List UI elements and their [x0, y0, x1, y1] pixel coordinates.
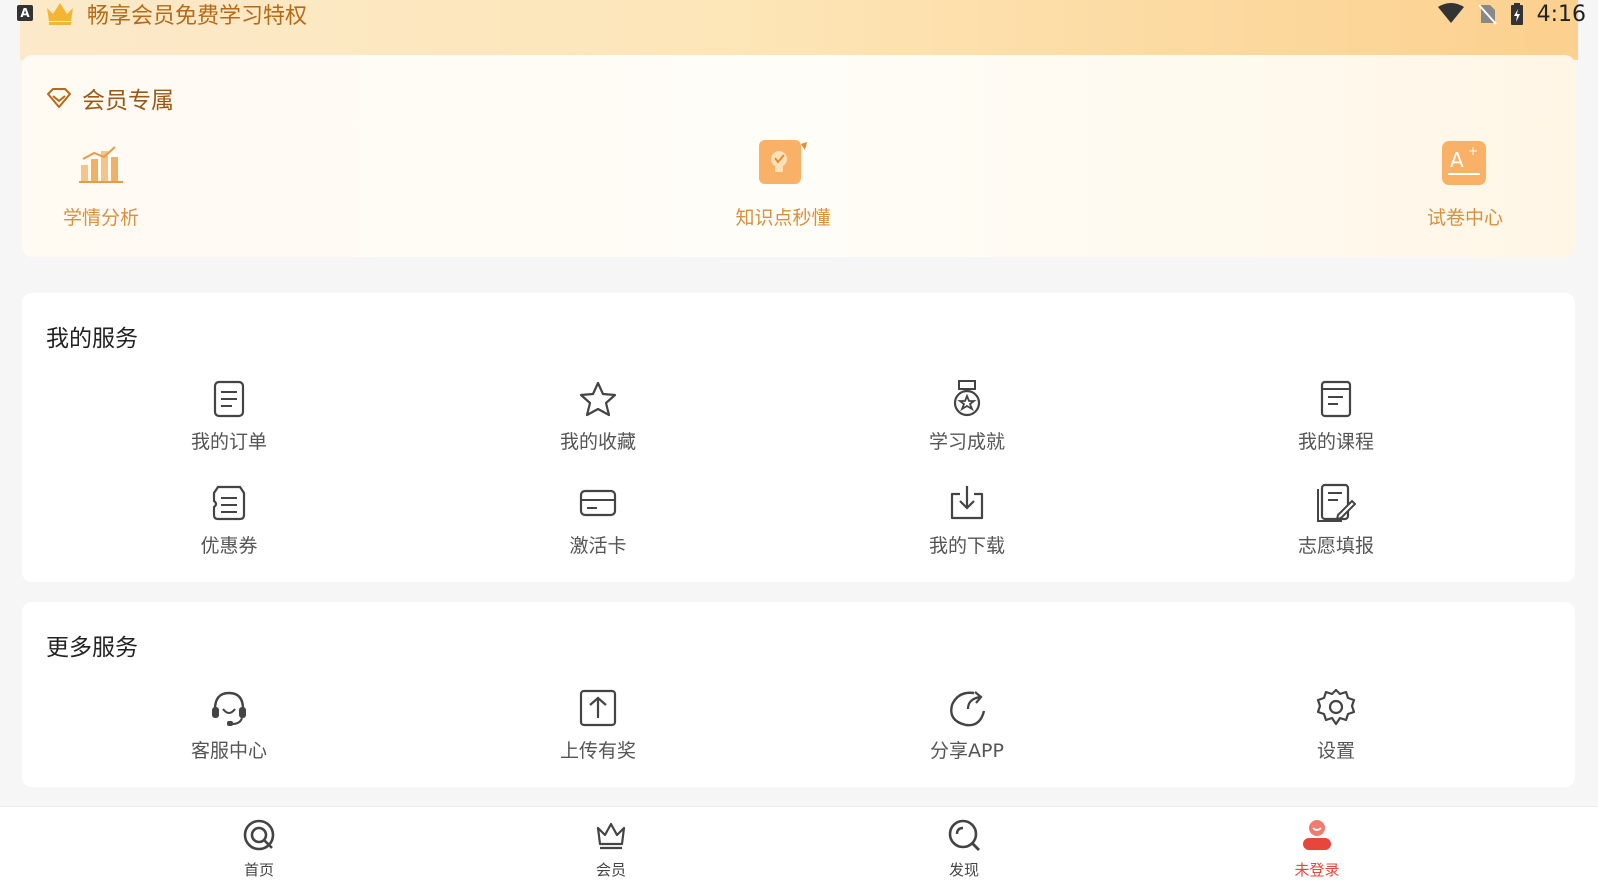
service-coupons[interactable]: 优惠券 — [129, 483, 329, 558]
service-activation-card[interactable]: 激活卡 — [498, 483, 698, 558]
medal-icon — [947, 379, 987, 419]
member-exclusive-card: 会员专属 学情分析 知识点秒懂 A + 试卷中心 — [22, 55, 1575, 257]
member-item-label: 学情分析 — [62, 207, 139, 229]
service-my-downloads[interactable]: 我的下载 — [867, 483, 1067, 558]
member-item-label: 知识点秒懂 — [735, 207, 831, 229]
member-title-text: 会员专属 — [82, 88, 174, 114]
bottom-nav: 首页 会员 发现 未登录 — [0, 806, 1598, 894]
diamond-icon — [47, 88, 71, 108]
service-label: 我的订单 — [190, 431, 267, 453]
svg-text:+: + — [1468, 144, 1478, 158]
nav-tab-member[interactable]: 会员 — [551, 817, 671, 880]
star-icon — [578, 379, 618, 419]
edit-form-icon — [1316, 483, 1356, 523]
no-sim-icon — [1477, 4, 1497, 25]
my-services-card: 我的服务 我的订单 我的收藏 学习成就 我的课程 优惠券 激活卡 我的下载 志愿… — [22, 293, 1575, 582]
discover-icon — [946, 817, 982, 853]
member-section-title: 会员专属 — [46, 81, 174, 115]
crown-icon — [47, 3, 73, 25]
nav-tab-home[interactable]: 首页 — [199, 817, 319, 880]
member-item-knowledge[interactable]: 知识点秒懂 — [698, 137, 868, 230]
nav-label: 未登录 — [1294, 861, 1340, 879]
battery-charging-icon — [1510, 3, 1523, 25]
share-icon — [947, 688, 987, 728]
service-label: 分享APP — [930, 740, 1004, 762]
service-label: 我的下载 — [928, 535, 1005, 557]
member-item-exam[interactable]: A + 试卷中心 — [1380, 137, 1550, 230]
service-label: 设置 — [1316, 740, 1355, 762]
service-my-favorites[interactable]: 我的收藏 — [498, 379, 698, 454]
nav-tab-discover[interactable]: 发现 — [904, 817, 1024, 880]
card-icon — [578, 483, 618, 523]
order-document-icon — [209, 379, 249, 419]
service-label: 学习成就 — [928, 431, 1005, 453]
service-achievements[interactable]: 学习成就 — [867, 379, 1067, 454]
my-services-title: 我的服务 — [46, 326, 138, 352]
service-label: 志愿填报 — [1297, 535, 1374, 557]
service-label: 我的收藏 — [559, 431, 636, 453]
nav-label: 发现 — [948, 861, 979, 879]
nav-label: 会员 — [595, 861, 626, 879]
upload-icon — [578, 688, 618, 728]
headset-icon — [209, 688, 249, 728]
gear-icon — [1316, 688, 1356, 728]
banner-text[interactable]: 畅享会员免费学习特权 — [87, 0, 307, 30]
more-services-card: 更多服务 客服中心 上传有奖 分享APP 设置 — [22, 602, 1575, 787]
home-icon — [241, 817, 277, 853]
coupon-icon — [209, 483, 249, 523]
svg-text:A: A — [1450, 148, 1464, 172]
user-icon — [1299, 817, 1335, 853]
service-upload-reward[interactable]: 上传有奖 — [498, 688, 698, 763]
lightbulb-icon — [757, 137, 809, 189]
service-label: 我的课程 — [1297, 431, 1374, 453]
exam-paper-icon: A + — [1439, 137, 1491, 189]
service-my-orders[interactable]: 我的订单 — [129, 379, 329, 454]
download-icon — [947, 483, 987, 523]
service-application-form[interactable]: 志愿填报 — [1236, 483, 1436, 558]
service-my-courses[interactable]: 我的课程 — [1236, 379, 1436, 454]
member-item-label: 试卷中心 — [1426, 207, 1503, 229]
service-label: 激活卡 — [569, 535, 627, 557]
more-services-title: 更多服务 — [46, 635, 138, 661]
service-customer-center[interactable]: 客服中心 — [129, 688, 329, 763]
nav-tab-not-logged-in[interactable]: 未登录 — [1257, 817, 1377, 880]
service-share-app[interactable]: 分享APP — [867, 688, 1067, 763]
bar-chart-icon — [75, 137, 127, 189]
wifi-icon — [1437, 3, 1464, 23]
nav-label: 首页 — [243, 861, 274, 879]
member-item-analysis[interactable]: 学情分析 — [16, 137, 186, 230]
service-settings[interactable]: 设置 — [1236, 688, 1436, 763]
status-bar-right: 4:16 — [1437, 0, 1586, 28]
service-label: 客服中心 — [190, 740, 267, 762]
course-book-icon — [1316, 379, 1356, 419]
status-time: 4:16 — [1536, 1, 1586, 27]
crown-icon — [593, 817, 629, 853]
service-label: 优惠券 — [200, 535, 258, 557]
app-badge-icon: A — [17, 5, 33, 21]
service-label: 上传有奖 — [559, 740, 636, 762]
